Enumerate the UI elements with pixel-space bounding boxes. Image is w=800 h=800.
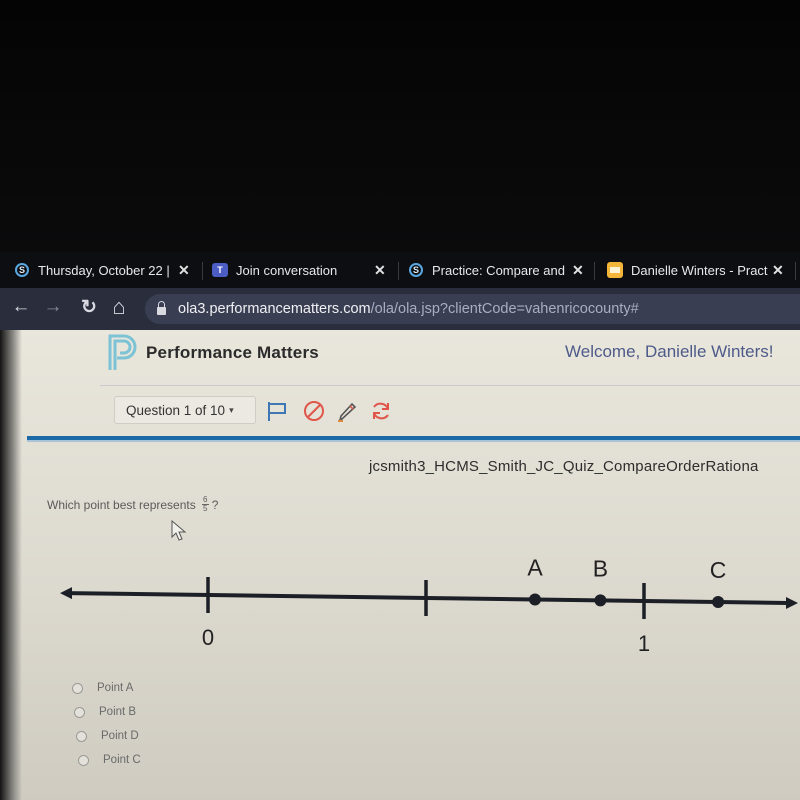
close-tab-icon[interactable]: ✕ [374, 262, 386, 279]
radio-button[interactable] [72, 682, 83, 694]
home-icon[interactable]: ⌂ [106, 294, 132, 320]
lock-icon [157, 301, 166, 315]
teams-icon: T [212, 262, 228, 278]
tab-practice-compare[interactable]: S Practice: Compare and ✕ [408, 252, 584, 288]
mouse-cursor-icon [171, 520, 187, 541]
question-suffix: ? [211, 497, 219, 512]
header-divider [100, 385, 800, 386]
tab-separator [398, 262, 399, 280]
welcome-message: Welcome, Danielle Winters! [565, 342, 774, 361]
reload-icon[interactable]: ↻ [76, 294, 102, 320]
number-line-axis [67, 591, 789, 606]
address-bar[interactable]: ola3.performancematters.com/ola/ola.jsp?… [145, 294, 800, 324]
close-tab-icon[interactable]: ✕ [178, 262, 190, 279]
answer-choices: Point A Point B Point D Point C [72, 676, 141, 772]
choice-label: Point D [101, 730, 139, 742]
point-c [712, 596, 725, 609]
choice-label: Point B [99, 706, 137, 718]
tab-title: Danielle Winters - Pract [631, 262, 768, 278]
schoology-icon: S [408, 262, 424, 278]
right-arrow-icon [786, 597, 798, 610]
fraction-denominator: 5 [203, 504, 208, 513]
screen-edge-shadow [0, 330, 22, 800]
schoology-icon: S [14, 262, 30, 278]
point-a [529, 593, 541, 606]
browser-toolbar: ← → ↻ ⌂ ola3.performancematters.com/ola/… [0, 288, 800, 330]
point-b [594, 594, 607, 607]
point-label: A [527, 555, 543, 581]
tab-separator [594, 262, 595, 280]
question-text: Which point best represents [47, 497, 196, 512]
tick-label: 1 [638, 631, 650, 656]
tab-join-conversation[interactable]: T Join conversation ✕ [212, 252, 386, 288]
choice-point-b[interactable]: Point B [74, 700, 141, 724]
brand-name: Performance Matters [146, 343, 319, 362]
tab-title: Join conversation [236, 262, 338, 278]
tick-label: 0 [202, 625, 214, 650]
back-arrow-icon[interactable]: ← [8, 294, 34, 320]
url-text: ola3.performancematters.com/ola/ola.jsp?… [178, 301, 639, 317]
question-selector-label: Question 1 of 10 [126, 402, 226, 418]
point-label: B [593, 555, 608, 581]
close-tab-icon[interactable]: ✕ [772, 262, 784, 279]
pencil-icon[interactable] [336, 400, 360, 422]
question-selector-dropdown[interactable]: Question 1 of 10 ▾ [114, 396, 256, 424]
choice-label: Point C [103, 754, 141, 766]
choice-label: Point A [97, 682, 134, 694]
flag-icon[interactable] [266, 400, 290, 422]
refresh-icon[interactable] [369, 400, 393, 422]
tab-title: Thursday, October 22 | [38, 262, 170, 278]
radio-button[interactable] [76, 730, 87, 742]
fraction-numerator: 6 [203, 495, 208, 504]
forward-arrow-icon[interactable]: → [40, 294, 66, 320]
choice-point-d[interactable]: Point D [76, 724, 141, 748]
tab-separator [795, 262, 796, 280]
number-line: 012ABCD [60, 555, 798, 656]
choice-point-a[interactable]: Point A [72, 676, 141, 700]
cancel-icon[interactable] [302, 400, 326, 422]
radio-button[interactable] [78, 754, 89, 766]
close-tab-icon[interactable]: ✕ [572, 262, 584, 279]
radio-button[interactable] [74, 706, 85, 718]
chevron-down-icon: ▾ [229, 404, 234, 415]
left-arrow-icon [60, 587, 72, 600]
slides-icon [607, 262, 623, 278]
tab-danielle-winters[interactable]: Danielle Winters - Pract ✕ [607, 252, 784, 288]
screen-bezel-area [0, 0, 800, 252]
point-label: C [710, 557, 727, 583]
browser-tab-strip: S Thursday, October 22 | ✕ T Join conver… [0, 252, 800, 288]
choice-point-c[interactable]: Point C [78, 748, 141, 772]
tab-title: Practice: Compare and [432, 262, 565, 278]
tab-thursday[interactable]: S Thursday, October 22 | ✕ [14, 252, 190, 288]
fraction: 6 5 [201, 495, 209, 513]
question-prompt: Which point best represents 6 5 ? [47, 496, 218, 513]
performance-matters-logo-icon [108, 334, 137, 370]
section-divider-shadow [27, 440, 800, 442]
url-path: /ola/ola.jsp?clientCode=vahenricocounty# [370, 301, 639, 317]
tab-separator [202, 262, 203, 280]
quiz-title: jcsmith3_HCMS_Smith_JC_Quiz_CompareOrder… [369, 458, 759, 475]
url-host: ola3.performancematters.com [178, 301, 371, 317]
